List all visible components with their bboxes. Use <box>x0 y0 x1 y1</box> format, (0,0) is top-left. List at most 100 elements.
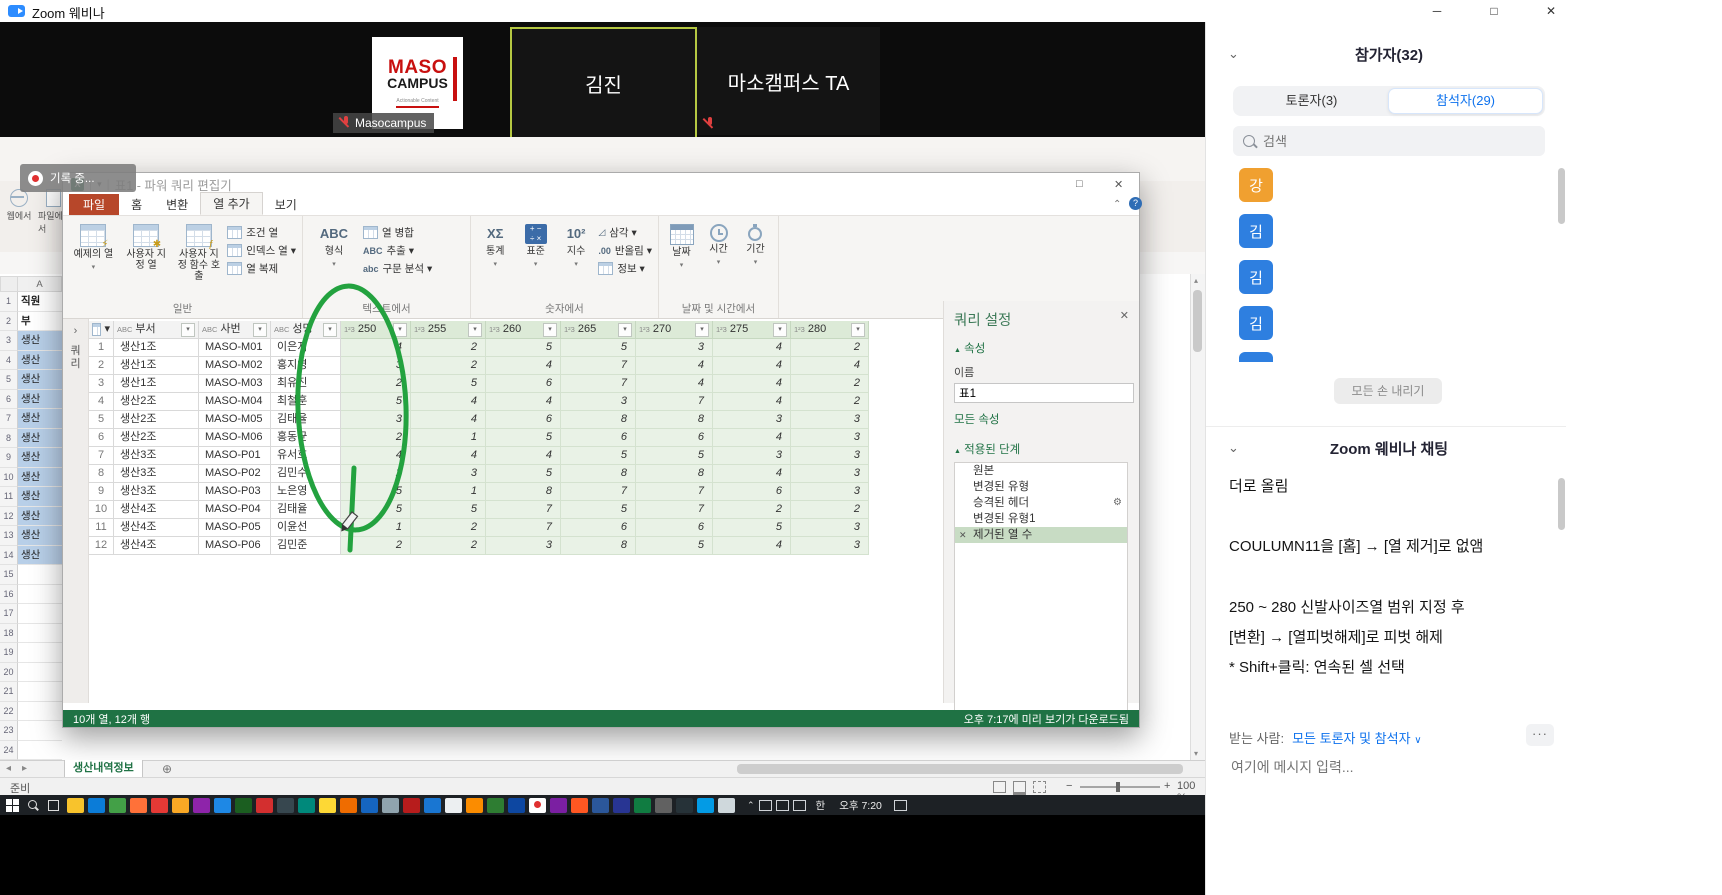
collapse-section-icon[interactable]: ▲ <box>954 448 961 455</box>
tab-attendees[interactable]: 참석자(29) <box>1388 88 1543 114</box>
sheet-cell[interactable]: 생산 <box>18 545 62 565</box>
start-button-icon[interactable] <box>4 798 21 813</box>
sheet-cell[interactable] <box>18 682 62 702</box>
pq-table-cell[interactable]: 4 <box>486 357 561 375</box>
applied-step[interactable]: 변경된 유형1 <box>955 511 1127 527</box>
taskbar-app-icon[interactable] <box>361 797 378 813</box>
pq-table-cell[interactable]: 김민준 <box>271 537 341 555</box>
ribbon-button[interactable]: ABC 형식 ▾ <box>309 222 359 270</box>
taskbar-app-icon[interactable] <box>445 797 462 813</box>
pq-table-cell[interactable]: MASO-P05 <box>199 519 271 537</box>
sheet-cell[interactable]: 부 <box>18 312 62 331</box>
row-header[interactable]: 12 <box>0 506 18 526</box>
pq-table-cell[interactable]: 3 <box>713 411 791 429</box>
pq-maximize-icon[interactable]: □ <box>1076 178 1083 190</box>
pq-table-cell[interactable]: 홍지영 <box>271 357 341 375</box>
taskbar-app-icon[interactable] <box>298 797 315 813</box>
pq-table-cell[interactable]: 이윤선 <box>271 519 341 537</box>
pq-tab-view[interactable]: 보기 <box>263 194 309 215</box>
pq-table-cell[interactable]: MASO-P02 <box>199 465 271 483</box>
pq-table-cell[interactable]: 4 <box>713 465 791 483</box>
pq-table-cell[interactable]: 4 <box>486 393 561 411</box>
row-header[interactable]: 10 <box>0 467 18 487</box>
recipient-dropdown[interactable]: 모든 토론자 및 참석자 ∨ <box>1292 728 1421 747</box>
pq-tab-transform[interactable]: 변환 <box>154 194 200 215</box>
video-tile[interactable]: 마소캠퍼스 TA <box>697 27 880 135</box>
ribbon-button[interactable]: abc 구문 분석 ▾ <box>363 260 432 277</box>
ribbon-button[interactable]: 조건 열 <box>227 224 296 241</box>
pq-column-header[interactable]: 1²3 265 ▾ <box>561 321 636 339</box>
pq-table-cell[interactable]: 7 <box>561 483 636 501</box>
scrollbar-thumb[interactable] <box>1193 290 1202 352</box>
pq-table-cell[interactable]: 생산2조 <box>114 411 199 429</box>
clock[interactable]: 오후 7:20 <box>839 798 882 813</box>
row-header[interactable]: 24 <box>0 740 18 760</box>
pq-table-cell[interactable]: 4 <box>486 447 561 465</box>
participant-search[interactable] <box>1233 126 1545 156</box>
row-header[interactable]: 20 <box>0 662 18 682</box>
pq-table-cell[interactable]: 홍동균 <box>271 429 341 447</box>
pq-tab-home[interactable]: 홈 <box>119 194 154 215</box>
ribbon-button[interactable]: + − ÷ × 표준 ▾ <box>517 222 553 270</box>
pq-table-cell[interactable]: 2 <box>341 465 411 483</box>
row-header[interactable]: 8 <box>0 428 18 448</box>
close-button[interactable]: ✕ <box>1528 0 1574 22</box>
ribbon-button[interactable]: 10² 지수 ▾ <box>558 222 594 270</box>
pq-table-cell[interactable]: 4 <box>411 411 486 429</box>
row-header[interactable]: 16 <box>0 584 18 604</box>
pq-table-cell[interactable]: MASO-M05 <box>199 411 271 429</box>
ribbon-button[interactable]: ⚡ 예제의 열 ▾ <box>69 222 118 273</box>
taskbar-app-icon[interactable] <box>550 797 567 813</box>
row-number[interactable]: 3 <box>89 375 114 393</box>
pq-table-cell[interactable]: 5 <box>561 447 636 465</box>
pq-table-cell[interactable]: 생산1조 <box>114 357 199 375</box>
pq-table-cell[interactable]: 3 <box>341 357 411 375</box>
row-header[interactable]: 3 <box>0 331 18 351</box>
pq-table-cell[interactable]: 김민수 <box>271 465 341 483</box>
taskbar-app-icon[interactable] <box>571 797 588 813</box>
filter-icon[interactable]: ▾ <box>618 322 632 337</box>
pq-table-cell[interactable]: 5 <box>486 339 561 357</box>
pq-table-cell[interactable]: 2 <box>713 501 791 519</box>
properties-section[interactable]: ▲ 속성 <box>954 340 1129 356</box>
row-number[interactable]: 10 <box>89 501 114 519</box>
collapse-section-icon[interactable]: ▲ <box>954 347 961 354</box>
sheet-tab-active[interactable]: 생산내역정보 <box>64 760 143 778</box>
pq-table-cell[interactable]: 3 <box>791 411 869 429</box>
pq-table-cell[interactable]: 2 <box>341 429 411 447</box>
taskbar-search-icon[interactable] <box>25 798 42 813</box>
taskbar-app-icon[interactable] <box>424 797 441 813</box>
ribbon-button[interactable]: 날짜 ▾ <box>665 222 698 271</box>
sheet-cell[interactable]: 생산 <box>18 350 62 370</box>
page-break-icon[interactable] <box>1033 781 1046 793</box>
pq-table-cell[interactable]: 5 <box>341 501 411 519</box>
row-header[interactable]: 15 <box>0 565 18 585</box>
pq-table-cell[interactable]: 4 <box>411 393 486 411</box>
taskbar-app-icon[interactable] <box>277 797 294 813</box>
pq-table-cell[interactable]: 5 <box>411 375 486 393</box>
search-input[interactable] <box>1261 132 1525 150</box>
pq-table-cell[interactable]: 7 <box>636 483 713 501</box>
lower-all-hands-button[interactable]: 모든 손 내리기 <box>1334 378 1442 404</box>
pq-table-cell[interactable]: 3 <box>791 537 869 555</box>
ribbon-button[interactable]: ✱ 사용자 지정 열 <box>122 222 171 271</box>
pq-table-cell[interactable]: 3 <box>791 519 869 537</box>
pq-table-cell[interactable]: 3 <box>561 393 636 411</box>
pq-table-cell[interactable]: 김태율 <box>271 411 341 429</box>
row-number[interactable]: 6 <box>89 429 114 447</box>
taskbar-app-icon[interactable] <box>718 797 735 813</box>
participant-avatar[interactable]: 김 <box>1239 352 1273 362</box>
taskbar-app-icon[interactable] <box>130 797 147 813</box>
pq-table-cell[interactable]: 1 <box>411 483 486 501</box>
task-view-icon[interactable] <box>46 798 63 813</box>
taskbar-app-icon[interactable] <box>193 797 210 813</box>
pq-table-cell[interactable]: 2 <box>341 375 411 393</box>
pq-table-cell[interactable]: 2 <box>791 339 869 357</box>
queries-pane-collapsed[interactable]: › 쿼리 <box>63 319 89 703</box>
chat-message-input[interactable] <box>1229 758 1553 776</box>
pq-table-cell[interactable]: 4 <box>636 357 713 375</box>
column-header-a[interactable]: A <box>18 276 62 292</box>
zoom-out-icon[interactable]: − <box>1066 780 1072 792</box>
ribbon-button[interactable]: 시간 ▾ <box>702 222 735 268</box>
row-header[interactable]: 4 <box>0 350 18 370</box>
